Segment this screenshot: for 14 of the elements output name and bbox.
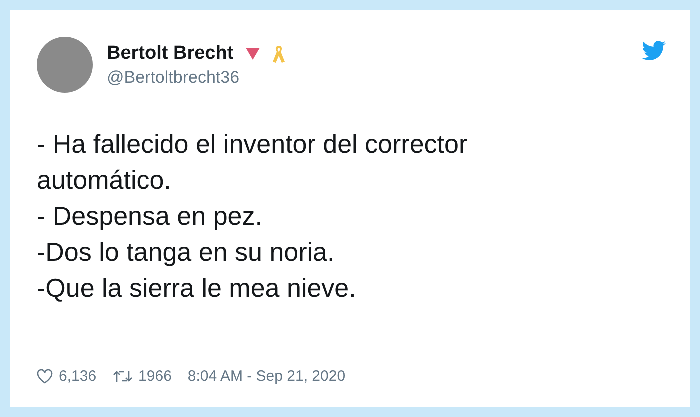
heart-icon [37, 369, 53, 384]
retweet-icon [112, 369, 133, 384]
bird-icon [642, 41, 666, 61]
author-name: Bertolt Brecht [107, 42, 234, 64]
retweet-count: 1966 [138, 368, 172, 385]
tweet-text-line: - Despensa en pez. [37, 200, 264, 233]
like-count: 6,136 [59, 368, 97, 385]
ribbon-icon [272, 44, 286, 64]
tweet-text-line: -Que la sierra le mea nieve. [37, 272, 358, 305]
triangle-icon [246, 48, 260, 60]
author-handle: @Bertoltbrecht36 [107, 68, 241, 88]
timestamp: 8:04 AM - Sep 21, 2020 [188, 368, 346, 385]
tweet-text-line: -Dos lo tanga en su noria. [37, 236, 336, 269]
tweet-text-line: - Ha fallecido el inventor del corrector automático. [37, 128, 469, 197]
